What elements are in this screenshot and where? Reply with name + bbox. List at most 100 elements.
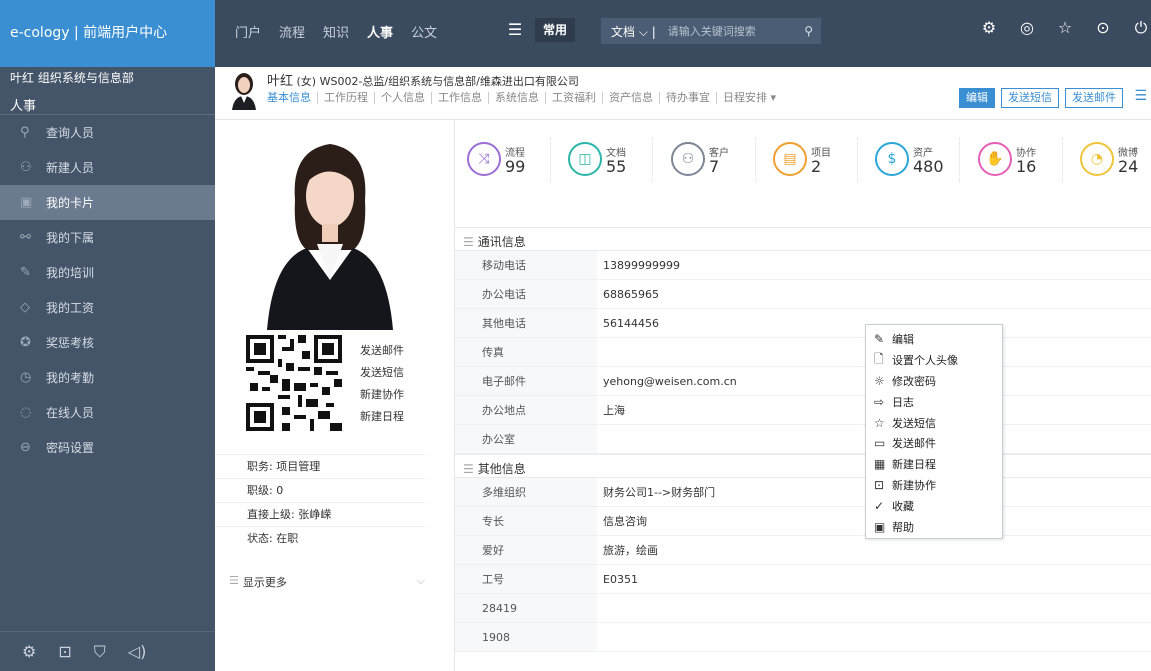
sidebar-item-subordinates[interactable]: ⚯ 我的下属	[0, 220, 215, 255]
nav-workflow[interactable]: 流程	[279, 22, 305, 41]
menu-item-change-password[interactable]: ☼ 修改密码	[866, 371, 1002, 392]
qr-new-collab-link[interactable]: 新建协作	[360, 384, 404, 406]
sidebar-item-assessment[interactable]: ✪ 奖惩考核	[0, 325, 215, 360]
profile-photo[interactable]	[267, 130, 393, 330]
tab-work-history[interactable]: 工作历程	[318, 92, 375, 104]
list-menu-icon[interactable]: ☰	[1134, 88, 1147, 104]
stat-documents[interactable]: ◫ 文档 55	[568, 142, 626, 176]
skin-icon[interactable]: ⛉	[94, 642, 106, 662]
sidebar-item-label: 我的培训	[46, 266, 95, 280]
tab-system-info[interactable]: 系统信息	[489, 92, 546, 104]
menu-item-label: 新建协作	[892, 478, 936, 492]
weibo-icon: ◔	[1080, 142, 1114, 176]
mail-icon: ▭	[874, 436, 886, 451]
sidebar-item-label: 查询人员	[46, 126, 95, 140]
help-icon: ▣	[874, 519, 886, 534]
stat-assets[interactable]: $ 资产 480	[875, 142, 944, 176]
tab-todo[interactable]: 待办事宜	[660, 92, 717, 104]
sidebar-item-label: 奖惩考核	[46, 336, 95, 350]
common-button[interactable]: 常用	[535, 18, 575, 42]
nav-portal[interactable]: 门户	[235, 22, 261, 41]
more-icon[interactable]: ⊙	[1093, 18, 1113, 38]
tab-salary[interactable]: 工资福利	[546, 92, 603, 104]
show-more-toggle[interactable]: ☰ 显示更多 ⌵	[229, 574, 425, 590]
menu-icon[interactable]: ☰	[501, 18, 529, 42]
nav-knowledge[interactable]: 知识	[323, 22, 349, 41]
sidebar-item-search-person[interactable]: ⚲ 查询人员	[0, 115, 215, 150]
menu-item-help[interactable]: ▣ 帮助	[866, 516, 1002, 537]
edit-button[interactable]: 编辑	[959, 88, 995, 108]
sidebar-item-online[interactable]: ◌ 在线人员	[0, 395, 215, 430]
settings-icon[interactable]: ⚙	[22, 642, 36, 661]
stat-value: 7	[709, 156, 720, 176]
menu-item-log[interactable]: ⇨ 日志	[866, 391, 1002, 412]
field-value[interactable]: yehong@weisen.com.cn	[597, 367, 737, 395]
sidebar-item-new-person[interactable]: ⚇ 新建人员	[0, 150, 215, 185]
stat-value: 99	[505, 156, 526, 176]
menu-item-send-sms[interactable]: ☆ 发送短信	[866, 412, 1002, 433]
tab-work-info[interactable]: 工作信息	[432, 92, 489, 104]
stat-value: 480	[913, 156, 944, 176]
chart-icon: ▦	[874, 457, 886, 472]
nav-document[interactable]: 公文	[411, 22, 437, 41]
stat-customers[interactable]: ⚇ 客户 7	[671, 142, 729, 176]
stat-divider	[857, 138, 858, 182]
settings-icon[interactable]: ⚙	[979, 18, 999, 38]
table-row: 办公电话 68865965	[455, 280, 1151, 309]
search-icon[interactable]: ⚲	[804, 24, 821, 38]
send-mail-button[interactable]: 发送邮件	[1065, 88, 1123, 108]
org-icon: ⚯	[20, 230, 31, 245]
brand-title[interactable]: e-cology | 前端用户中心	[0, 0, 215, 67]
stat-projects[interactable]: ▤ 项目 2	[773, 142, 831, 176]
stat-workflow[interactable]: ⤨ 流程 99	[467, 142, 525, 176]
info-status: 状态: 在职	[215, 526, 425, 550]
menu-item-send-mail[interactable]: ▭ 发送邮件	[866, 433, 1002, 454]
tab-schedule[interactable]: 日程安排 ▾	[717, 92, 782, 104]
table-row: 办公地点 上海	[455, 396, 1151, 425]
nav-hr[interactable]: 人事	[367, 22, 393, 41]
menu-item-new-collab[interactable]: ⊡ 新建协作	[866, 475, 1002, 496]
search-box[interactable]: 文档 ⌵ | 请输入关键词搜索 ⚲	[601, 18, 821, 44]
sidebar-item-label: 我的考勤	[46, 371, 95, 385]
sidebar-item-attendance[interactable]: ◷ 我的考勤	[0, 360, 215, 395]
sidebar-item-salary[interactable]: ◇ 我的工资	[0, 290, 215, 325]
send-sms-button[interactable]: 发送短信	[1001, 88, 1059, 108]
qr-send-sms-link[interactable]: 发送短信	[360, 362, 404, 384]
search-icon: ⚲	[20, 125, 30, 140]
qr-new-schedule-link[interactable]: 新建日程	[360, 406, 404, 428]
search-input[interactable]: 请输入关键词搜索	[662, 23, 756, 39]
sidebar-item-password[interactable]: ⊖ 密码设置	[0, 430, 215, 465]
theme-icon[interactable]: ◎	[1017, 18, 1037, 38]
sidebar-item-training[interactable]: ✎ 我的培训	[0, 255, 215, 290]
star-icon[interactable]: ☆	[1055, 18, 1075, 38]
tab-assets[interactable]: 资产信息	[603, 92, 660, 104]
sidebar-item-my-card[interactable]: ▣ 我的卡片	[0, 185, 215, 220]
tab-personal-info[interactable]: 个人信息	[375, 92, 432, 104]
menu-item-new-schedule[interactable]: ▦ 新建日程	[866, 454, 1002, 475]
lock-icon: ⊖	[20, 440, 31, 455]
info-position: 职务: 项目管理	[215, 454, 425, 478]
log-icon: ⇨	[874, 394, 885, 409]
sound-icon[interactable]: ◁)	[128, 642, 147, 661]
sidebar-section-title: 人事	[0, 91, 215, 115]
stat-value: 24	[1118, 156, 1139, 176]
field-value: 56144456	[603, 317, 659, 330]
qr-send-mail-link[interactable]: 发送邮件	[360, 340, 404, 362]
field-value: E0351	[603, 573, 638, 586]
profile-info: WS002-总监/组织系统与信息部/维森进出口有限公司	[319, 75, 579, 88]
menu-item-label: 发送短信	[892, 416, 936, 430]
card-icon: ▣	[20, 195, 33, 210]
power-icon[interactable]: ⏻	[1131, 18, 1151, 38]
field-value	[597, 338, 603, 366]
table-row: 多维组织 财务公司1-->财务部门	[455, 478, 1151, 507]
stat-weibo[interactable]: ◔ 微博 24	[1080, 142, 1138, 176]
lock-icon[interactable]: ⊡	[58, 642, 71, 661]
qr-actions: 发送邮件 发送短信 新建协作 新建日程	[360, 340, 404, 428]
menu-item-favorite[interactable]: ✓ 收藏	[866, 495, 1002, 516]
stat-collab[interactable]: ✋ 协作 16	[978, 142, 1036, 176]
table-row: 爱好 旅游，绘画	[455, 536, 1151, 565]
menu-item-edit[interactable]: ✎ 编辑	[866, 329, 1002, 350]
tab-basic-info[interactable]: 基本信息	[267, 92, 318, 104]
search-scope-select[interactable]: 文档 ⌵ |	[601, 23, 662, 40]
menu-item-set-avatar[interactable]: 🗋 设置个人头像	[866, 350, 1002, 371]
